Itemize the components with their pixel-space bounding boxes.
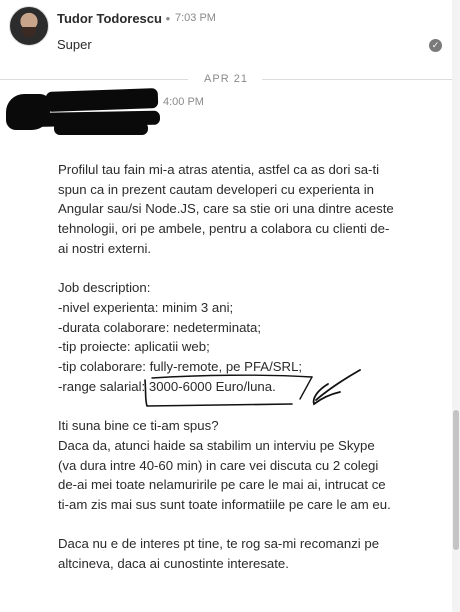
job-description-title: Job description:	[58, 280, 151, 296]
message-paragraph: Daca da, atunci haide sa stabilim un int…	[58, 437, 391, 512]
message-time: 7:03 PM	[175, 12, 216, 24]
message-paragraph: Daca nu e de interes pt tine, te rog sa-…	[58, 536, 380, 572]
divider-line-right	[262, 79, 452, 80]
message-paragraph: Iti suna bine ce ti-am spus?	[58, 418, 219, 434]
check-circle-icon: ✓	[429, 39, 442, 52]
job-line: -range salarial: 3000-6000 Euro/luna.	[58, 378, 276, 394]
scrollbar-thumb[interactable]	[453, 410, 459, 550]
message-text: Super	[57, 37, 92, 52]
redacted-name	[45, 88, 159, 112]
redacted-extra	[54, 122, 148, 135]
date-label: APR 21	[204, 73, 248, 85]
message-paragraph: Profilul tau fain mi-a atras atentia, as…	[58, 162, 394, 256]
avatar[interactable]	[9, 6, 49, 46]
message-time: 4:00 PM	[163, 96, 204, 108]
date-divider: APR 21	[0, 73, 452, 85]
separator-dot: •	[165, 11, 171, 26]
job-line: -nivel experienta: minim 3 ani;	[58, 299, 234, 315]
sender-name[interactable]: Tudor Todorescu •	[57, 11, 170, 26]
message-thread: Tudor Todorescu • 7:03 PM Super ✓ APR 21…	[0, 0, 460, 612]
scrollbar[interactable]	[452, 0, 460, 612]
message-body: Profilul tau fain mi-a atras atentia, as…	[58, 160, 396, 574]
job-line: -tip colaborare: fully-remote, pe PFA/SR…	[58, 359, 303, 375]
divider-line-left	[0, 79, 188, 80]
job-line: -tip proiecte: aplicatii web;	[58, 339, 210, 355]
job-line: -durata colaborare: nedeterminata;	[58, 319, 262, 335]
message-item: Tudor Todorescu • 7:03 PM Super ✓	[0, 0, 452, 60]
